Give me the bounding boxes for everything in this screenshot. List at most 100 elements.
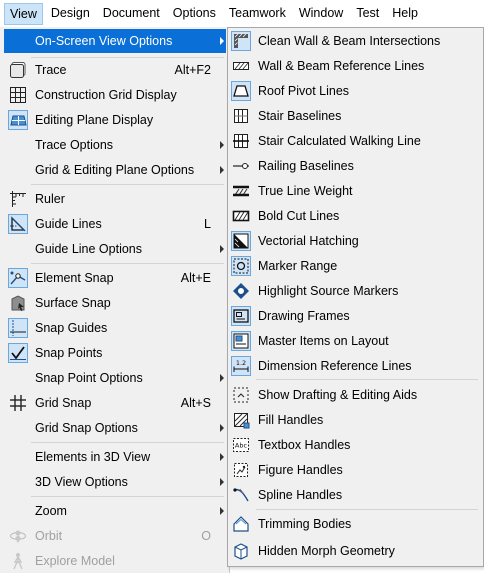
submenu-item-master-items[interactable]: Master Items on Layout: [230, 329, 480, 353]
menu-item-grid-snap[interactable]: Grid Snap Alt+S: [4, 391, 226, 415]
submenu-item-roof-pivot-lines[interactable]: Roof Pivot Lines: [230, 79, 480, 103]
menu-item-label: Surface Snap: [35, 296, 111, 310]
menu-separator: [256, 379, 478, 380]
menu-item-label: Grid Snap Options: [35, 421, 138, 435]
submenu-item-stair-baselines[interactable]: Stair Baselines: [230, 104, 480, 128]
menu-item-trace-options[interactable]: Trace Options: [4, 133, 226, 157]
menu-item-guide-lines[interactable]: Guide Lines L: [4, 212, 226, 236]
menu-item-editing-plane-display[interactable]: Editing Plane Display: [4, 108, 226, 132]
menu-item-grid-snap-options[interactable]: Grid Snap Options: [4, 416, 226, 440]
submenu-item-clean-intersections[interactable]: Clean Wall & Beam Intersections: [230, 29, 480, 53]
guide-lines-icon: [8, 214, 28, 234]
menu-test[interactable]: Test: [351, 3, 384, 25]
submenu-item-drawing-frames[interactable]: Drawing Frames: [230, 304, 480, 328]
menu-item-snap-points[interactable]: Snap Points: [4, 341, 226, 365]
submenu-item-label: Stair Baselines: [258, 109, 342, 123]
figure-handles-icon: [231, 460, 251, 480]
trace-icon: [8, 60, 28, 80]
menu-item-snap-guides[interactable]: Snap Guides: [4, 316, 226, 340]
svg-text:Abc: Abc: [235, 442, 248, 450]
submenu-item-stair-walking-line[interactable]: Stair Calculated Walking Line: [230, 129, 480, 153]
submenu-item-label: Show Drafting & Editing Aids: [258, 388, 418, 402]
submenu-arrow-icon: [220, 478, 224, 486]
submenu-item-true-line-weight[interactable]: True Line Weight: [230, 179, 480, 203]
textbox-handles-icon: Abc: [231, 435, 251, 455]
submenu-arrow-icon: [220, 374, 224, 382]
submenu-arrow-icon: [220, 166, 224, 174]
menu-item-ruler[interactable]: Ruler: [4, 187, 226, 211]
railing-baselines-icon: [231, 156, 251, 176]
submenu-item-marker-range[interactable]: Marker Range: [230, 254, 480, 278]
menu-teamwork[interactable]: Teamwork: [224, 3, 291, 25]
marker-range-icon: [231, 256, 251, 276]
menu-item-on-screen-view-options[interactable]: On-Screen View Options: [4, 29, 226, 53]
menu-item-guide-line-options[interactable]: Guide Line Options: [4, 237, 226, 261]
menu-item-grid-editing-plane-options[interactable]: Grid & Editing Plane Options: [4, 158, 226, 182]
master-items-icon: [231, 331, 251, 351]
submenu-item-highlight-source-markers[interactable]: Highlight Source Markers: [230, 279, 480, 303]
menu-options[interactable]: Options: [168, 3, 221, 25]
menu-item-3d-view-options[interactable]: 3D View Options: [4, 470, 226, 494]
menu-item-elements-in-3d-view[interactable]: Elements in 3D View: [4, 445, 226, 469]
snap-points-icon: [8, 343, 28, 363]
surface-snap-icon: [8, 293, 28, 313]
submenu-item-label: Drawing Frames: [258, 309, 350, 323]
submenu-item-label: Wall & Beam Reference Lines: [258, 59, 425, 73]
reference-lines-icon: [231, 56, 251, 76]
submenu-item-label: Dimension Reference Lines: [258, 359, 412, 373]
submenu-item-drafting-aids[interactable]: Show Drafting & Editing Aids: [230, 383, 480, 407]
submenu-item-railing-baselines[interactable]: Railing Baselines: [230, 154, 480, 178]
on-screen-view-options-submenu: Clean Wall & Beam Intersections Wall & B…: [227, 27, 484, 567]
submenu-item-label: Hidden Morph Geometry: [258, 544, 395, 558]
shortcut-label: Alt+F2: [174, 63, 211, 77]
drafting-aids-icon: [231, 385, 251, 405]
submenu-item-bold-cut-lines[interactable]: Bold Cut Lines: [230, 204, 480, 228]
menu-item-label: On-Screen View Options: [35, 34, 173, 48]
menu-bar: View Design Document Options Teamwork Wi…: [0, 0, 484, 28]
submenu-item-vectorial-hatching[interactable]: Vectorial Hatching: [230, 229, 480, 253]
menu-item-trace[interactable]: Trace Alt+F2: [4, 58, 226, 82]
dimension-reference-icon: 1.2: [231, 356, 251, 376]
menu-item-label: Editing Plane Display: [35, 113, 154, 127]
menu-item-zoom[interactable]: Zoom: [4, 499, 226, 523]
submenu-item-label: Clean Wall & Beam Intersections: [258, 34, 441, 48]
menu-item-snap-point-options[interactable]: Snap Point Options: [4, 366, 226, 390]
explore-model-icon: [8, 551, 28, 571]
menu-item-label: Guide Line Options: [35, 242, 143, 256]
menu-separator: [31, 184, 224, 185]
menu-item-label: Guide Lines: [35, 217, 102, 231]
menu-item-label: Explore Model: [35, 554, 115, 568]
orbit-icon: [8, 526, 28, 546]
clean-intersections-icon: [231, 31, 251, 51]
submenu-item-trimming-bodies[interactable]: Trimming Bodies: [230, 512, 480, 536]
submenu-item-label: Marker Range: [258, 259, 338, 273]
editing-plane-icon: [8, 110, 28, 130]
menu-help[interactable]: Help: [387, 3, 423, 25]
shortcut-label: L: [204, 217, 211, 231]
shortcut-label: O: [201, 529, 211, 543]
roof-pivot-icon: [231, 81, 251, 101]
menu-item-label: Orbit: [35, 529, 63, 543]
menu-item-label: Snap Guides: [35, 321, 108, 335]
submenu-item-fill-handles[interactable]: Fill Handles: [230, 408, 480, 432]
submenu-item-textbox-handles[interactable]: Abc Textbox Handles: [230, 433, 480, 457]
trimming-bodies-icon: [231, 514, 251, 534]
stair-walking-line-icon: [231, 131, 251, 151]
menu-item-surface-snap[interactable]: Surface Snap: [4, 291, 226, 315]
menu-item-construction-grid-display[interactable]: Construction Grid Display: [4, 83, 226, 107]
menu-window[interactable]: Window: [294, 3, 348, 25]
menu-document[interactable]: Document: [98, 3, 165, 25]
view-dropdown-menu: On-Screen View Options Trace Alt+F2 Cons…: [0, 27, 230, 573]
submenu-item-hidden-morph-geometry[interactable]: Hidden Morph Geometry: [230, 539, 480, 563]
submenu-item-spline-handles[interactable]: Spline Handles: [230, 483, 480, 507]
bold-cut-lines-icon: [231, 206, 251, 226]
menu-item-label: Snap Points: [35, 346, 103, 360]
menu-view[interactable]: View: [4, 3, 43, 25]
menu-design[interactable]: Design: [46, 3, 95, 25]
menu-item-element-snap[interactable]: Element Snap Alt+E: [4, 266, 226, 290]
submenu-item-label: Roof Pivot Lines: [258, 84, 350, 98]
submenu-item-figure-handles[interactable]: Figure Handles: [230, 458, 480, 482]
submenu-item-dimension-reference-lines[interactable]: 1.2 Dimension Reference Lines: [230, 354, 480, 378]
submenu-item-reference-lines[interactable]: Wall & Beam Reference Lines: [230, 54, 480, 78]
shortcut-label: Alt+S: [180, 396, 211, 410]
